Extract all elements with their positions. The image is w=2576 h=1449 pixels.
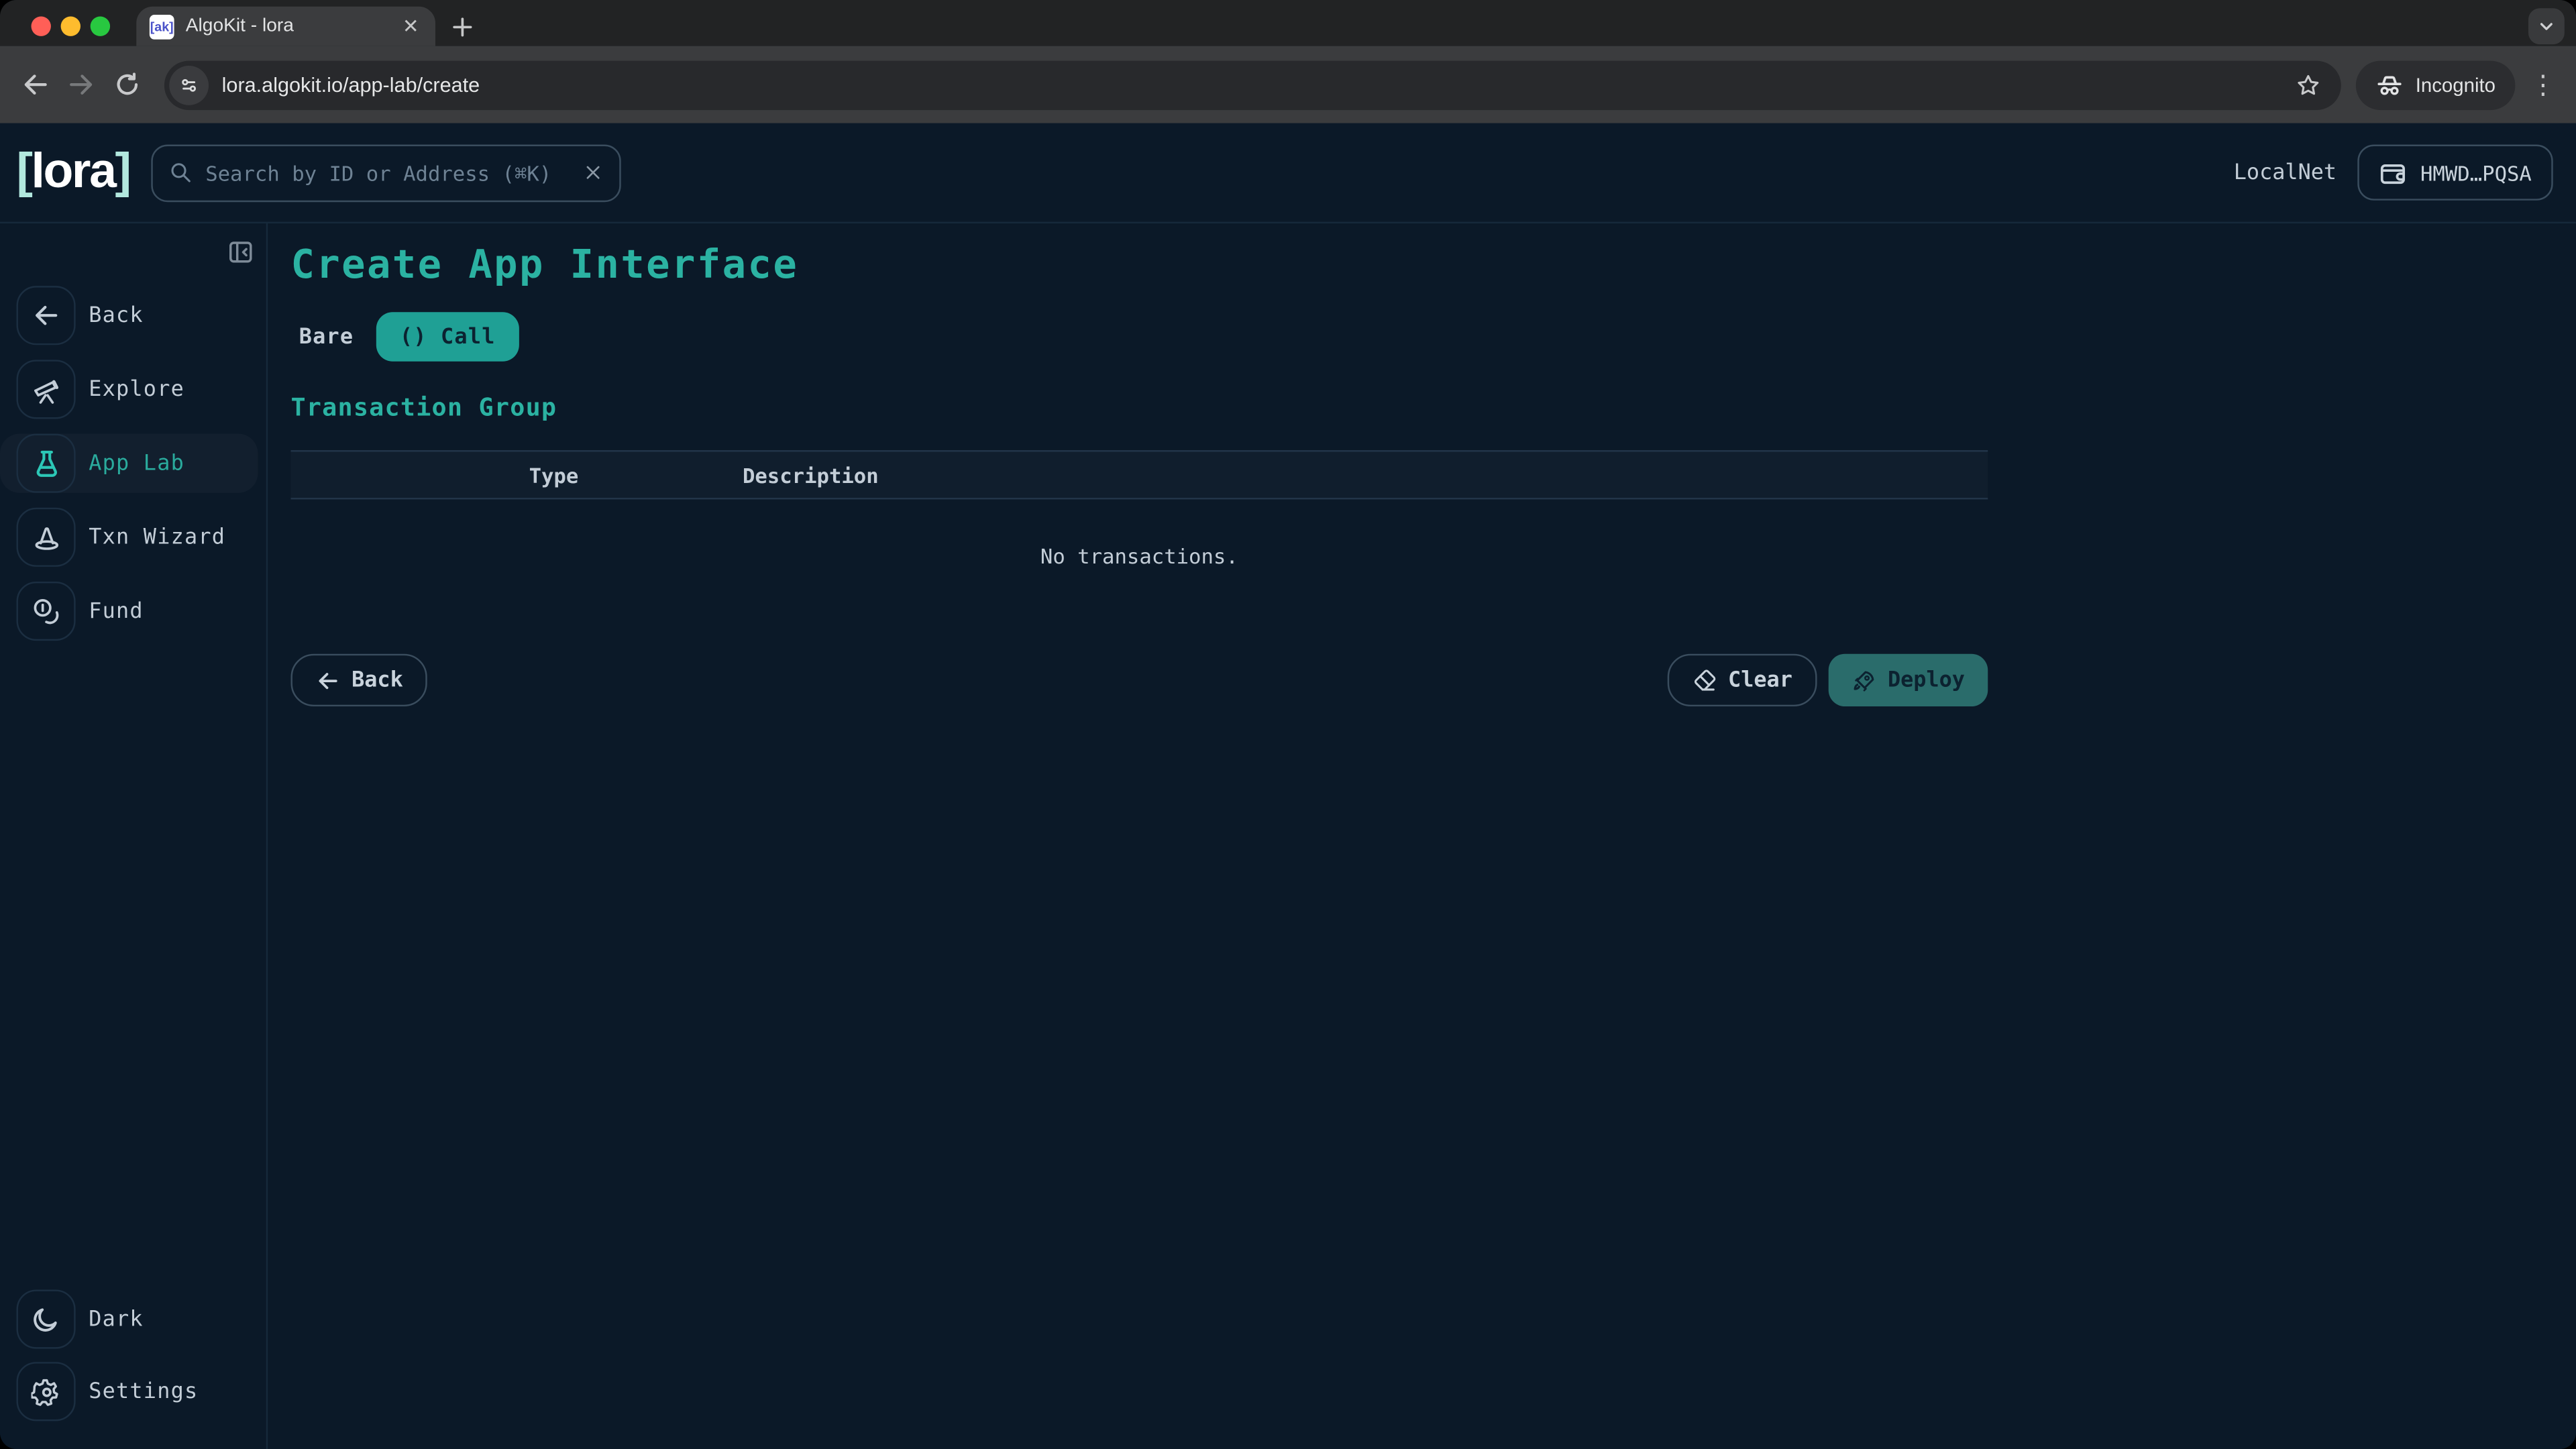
deploy-button[interactable]: Deploy: [1829, 654, 1988, 706]
window-minimize-button[interactable]: [61, 16, 80, 36]
tab-bare[interactable]: Bare: [290, 325, 362, 350]
page-title: Create App Interface: [290, 243, 1988, 286]
moon-icon: [32, 1304, 61, 1334]
sidebar-item-fund[interactable]: Fund: [0, 582, 266, 641]
search-icon: [169, 161, 192, 184]
tab-call[interactable]: () Call: [377, 312, 519, 361]
sidebar-item-settings[interactable]: Settings: [0, 1362, 266, 1421]
search-placeholder: Search by ID or Address (⌘K): [205, 160, 583, 185]
incognito-badge: Incognito: [2357, 60, 2516, 109]
gear-icon: [30, 1376, 62, 1407]
action-bar: Back Clear Deploy: [290, 654, 1988, 706]
empty-table-message: No transactions.: [290, 499, 1988, 568]
browser-menu-icon[interactable]: ⋮: [2524, 65, 2563, 105]
sidebar-nav: Back Explore App Lab Txn Wizard: [0, 286, 266, 641]
sidebar-item-explore[interactable]: Explore: [0, 360, 266, 419]
app-header: [lora] Search by ID or Address (⌘K) Loca…: [0, 123, 2576, 223]
wallet-icon: [2379, 158, 2408, 186]
table-col-description: Description: [743, 462, 1988, 487]
arrow-left-icon: [315, 668, 340, 693]
window-close-button[interactable]: [32, 16, 51, 36]
lora-app: [lora] Search by ID or Address (⌘K) Loca…: [0, 123, 2576, 1449]
back-button[interactable]: Back: [290, 654, 427, 706]
sidebar-item-back[interactable]: Back: [0, 286, 266, 345]
coins-icon: [30, 596, 62, 627]
tab-favicon: [ak]: [150, 14, 174, 39]
search-input[interactable]: Search by ID or Address (⌘K): [151, 144, 621, 201]
sidebar-item-theme-dark[interactable]: Dark: [0, 1289, 266, 1348]
clear-button[interactable]: Clear: [1667, 654, 1817, 706]
site-info-icon[interactable]: [169, 65, 209, 105]
tab-title: AlgoKit - lora: [186, 16, 399, 36]
sidebar-collapse-icon[interactable]: [225, 237, 255, 266]
reload-icon[interactable]: [103, 62, 150, 108]
sidebar: Back Explore App Lab Txn Wizard: [0, 223, 268, 1449]
browser-toolbar: lora.algokit.io/app-lab/create Incognito…: [0, 46, 2576, 123]
wallet-address: HMWD…PQSA: [2420, 160, 2532, 185]
back-nav-icon[interactable]: [11, 62, 58, 108]
browser-tab[interactable]: [ak] AlgoKit - lora ✕: [136, 7, 435, 46]
url-text[interactable]: lora.algokit.io/app-lab/create: [222, 73, 2296, 96]
table-header: Type Description: [290, 450, 1988, 499]
network-label[interactable]: LocalNet: [2234, 160, 2337, 185]
flask-icon: [30, 447, 62, 479]
lora-logo[interactable]: [lora]: [16, 145, 129, 201]
sidebar-footer: Dark Settings: [0, 1289, 266, 1421]
tab-strip: [ak] AlgoKit - lora ✕: [0, 0, 2576, 46]
arrow-left-icon: [32, 301, 61, 330]
section-title: Transaction Group: [290, 392, 1988, 422]
tab-close-icon[interactable]: ✕: [399, 11, 422, 41]
new-tab-button[interactable]: [443, 8, 480, 44]
address-bar[interactable]: lora.algokit.io/app-lab/create: [164, 60, 2342, 109]
sidebar-item-txn-wizard[interactable]: Txn Wizard: [0, 508, 266, 567]
incognito-label: Incognito: [2416, 73, 2496, 96]
wallet-button[interactable]: HMWD…PQSA: [2358, 145, 2553, 201]
tab-search-chevron-button[interactable]: [2528, 8, 2565, 44]
wizard-hat-icon: [30, 522, 62, 553]
window-zoom-button[interactable]: [91, 16, 110, 36]
telescope-icon: [30, 374, 62, 405]
incognito-icon: [2376, 70, 2404, 99]
search-clear-icon[interactable]: [583, 162, 602, 182]
sidebar-item-app-lab[interactable]: App Lab: [0, 434, 258, 493]
bookmark-star-icon[interactable]: [2296, 72, 2322, 98]
main-content: Create App Interface Bare () Call Transa…: [268, 223, 2576, 1449]
table-col-type: Type: [529, 462, 743, 487]
eraser-icon: [1692, 668, 1717, 693]
rocket-icon: [1851, 668, 1876, 693]
mode-tabs: Bare () Call: [290, 312, 1988, 361]
forward-nav-icon[interactable]: [58, 62, 104, 108]
browser-window: [ak] AlgoKit - lora ✕: [0, 0, 2576, 1449]
